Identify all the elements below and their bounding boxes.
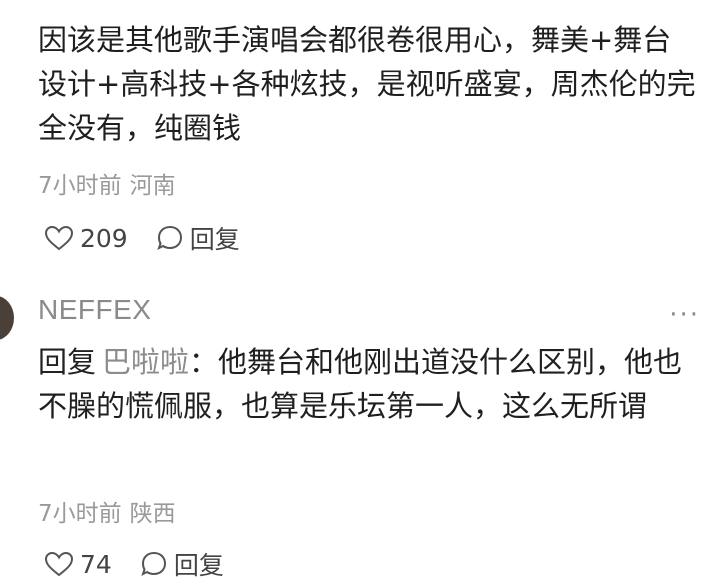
username[interactable]: NEFFEX (38, 294, 151, 326)
like-count: 74 (80, 549, 112, 579)
comment-meta: 7小时前 河南 (38, 166, 176, 200)
comment-actions: 74 回复 (44, 546, 224, 582)
reply-label: 回复 (173, 551, 224, 580)
speech-bubble-icon (140, 550, 168, 578)
like-button[interactable]: 209 (44, 224, 128, 253)
more-options-icon[interactable]: ··· (669, 300, 700, 330)
comment-location: 陕西 (129, 501, 176, 527)
like-count: 209 (80, 223, 128, 253)
reply-label: 回复 (189, 225, 240, 254)
comment-time: 7小时前 (38, 173, 122, 199)
comment-text: 回复 巴啦啦：他舞台和他刚出道没什么区别，他也不臊的慌佩服，也算是乐坛第一人，这么… (38, 340, 700, 428)
reply-target-user[interactable]: 巴啦啦 (102, 345, 189, 379)
heart-icon (44, 225, 74, 251)
comment-time: 7小时前 (38, 501, 122, 527)
heart-icon (44, 551, 74, 577)
comment-actions: 209 回复 (44, 220, 240, 256)
reply-button[interactable]: 回复 (140, 546, 224, 582)
reply-button[interactable]: 回复 (156, 220, 240, 256)
comment-meta: 7小时前 陕西 (38, 494, 176, 528)
comment-location: 河南 (129, 173, 176, 199)
reply-colon: ： (189, 345, 219, 379)
speech-bubble-icon (156, 224, 184, 252)
comment-text: 因该是其他歌手演唱会都很卷很用心，舞美+舞台设计+高科技+各种炫技，是视听盛宴，… (38, 23, 696, 145)
like-button[interactable]: 74 (44, 550, 112, 579)
avatar[interactable] (0, 296, 14, 340)
reply-prefix: 回复 (38, 345, 97, 379)
